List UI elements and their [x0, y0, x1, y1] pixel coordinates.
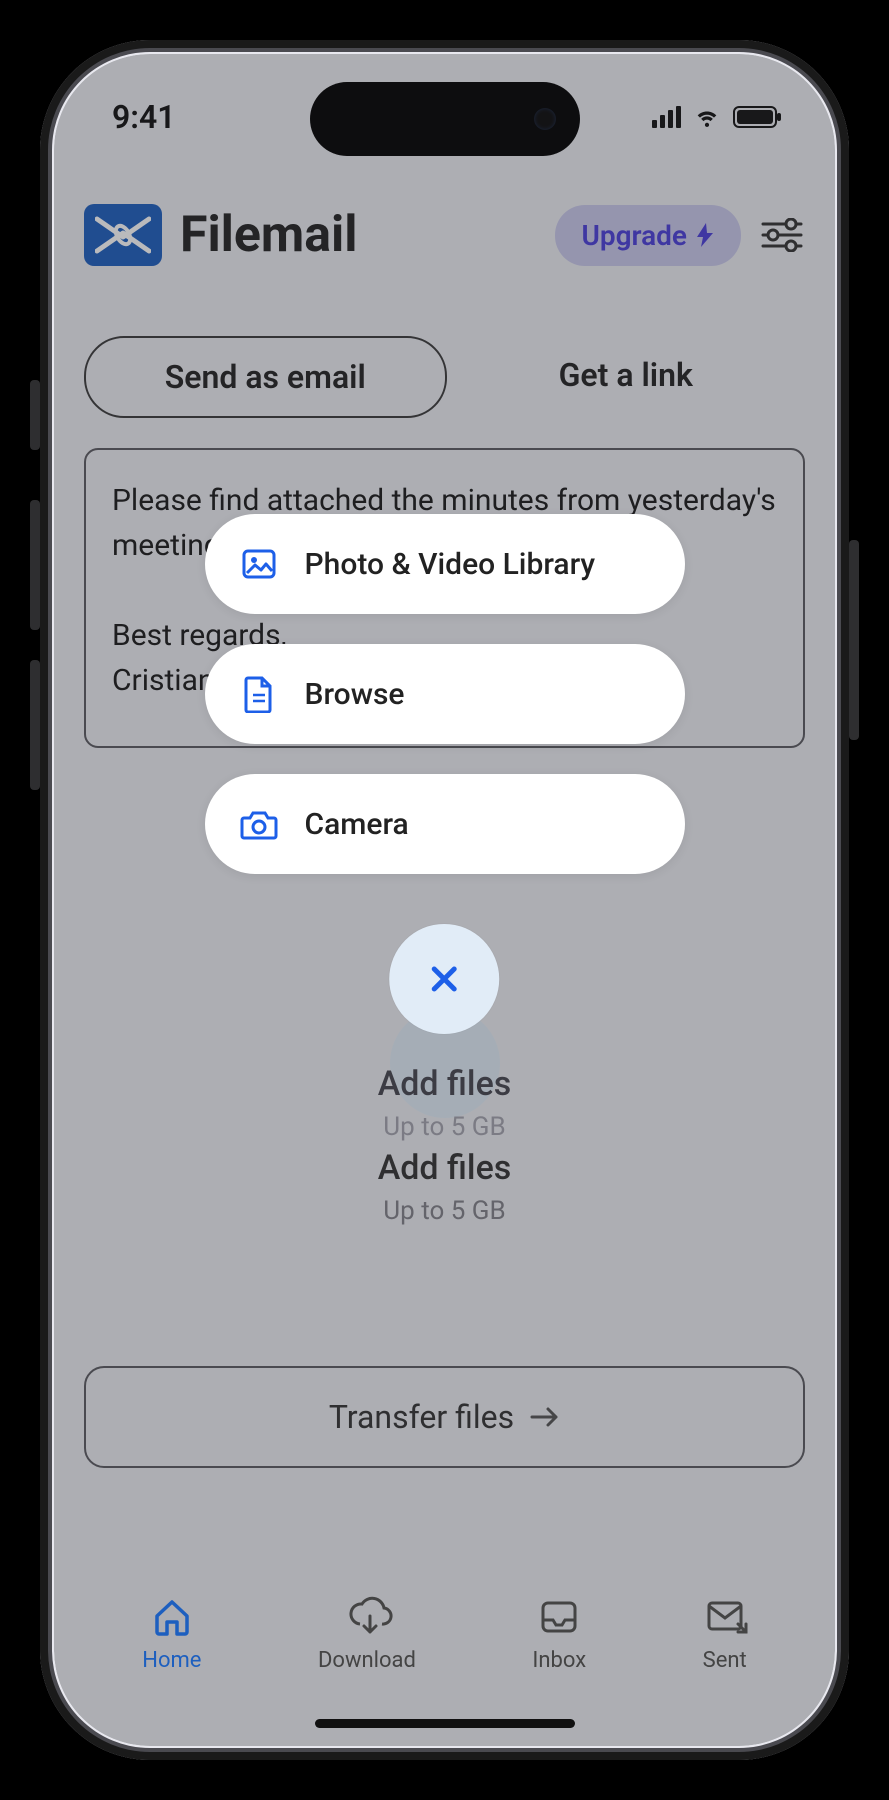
add-files-subtitle-overlay: Up to 5 GB [378, 1112, 512, 1142]
close-popover-button[interactable] [390, 924, 500, 1034]
close-icon [425, 959, 465, 999]
popover-camera-label: Camera [305, 807, 409, 842]
photo-icon [239, 544, 279, 584]
cloud-download-icon [346, 1596, 388, 1638]
tabbar-download-label: Download [318, 1648, 416, 1673]
popover-camera[interactable]: Camera [205, 774, 685, 874]
screen: 9:41 [54, 54, 835, 1746]
popover-photo-video-label: Photo & Video Library [305, 547, 596, 582]
home-icon [151, 1596, 193, 1638]
sent-icon [704, 1596, 746, 1638]
tabbar-sent[interactable]: Sent [703, 1596, 747, 1673]
tabbar-sent-label: Sent [703, 1648, 747, 1673]
popover-browse-label: Browse [305, 677, 405, 712]
device-volume-down [30, 660, 40, 790]
modal-overlay[interactable] [54, 54, 835, 1746]
device-silent-switch [30, 380, 40, 450]
popover-photo-video[interactable]: Photo & Video Library [205, 514, 685, 614]
home-indicator[interactable] [315, 1719, 575, 1728]
tabbar-inbox[interactable]: Inbox [532, 1596, 586, 1673]
device-frame: 9:41 [40, 40, 849, 1760]
file-icon [239, 674, 279, 714]
popover-browse[interactable]: Browse [205, 644, 685, 744]
tabbar-home-label: Home [142, 1648, 201, 1673]
tabbar-home[interactable]: Home [142, 1596, 201, 1673]
add-files-popover: Photo & Video Library Browse Camera [205, 514, 685, 874]
add-files-title-overlay: Add files [378, 1064, 512, 1104]
tabbar-download[interactable]: Download [318, 1596, 416, 1673]
device-volume-up [30, 500, 40, 630]
camera-icon [239, 804, 279, 844]
device-power-button [849, 540, 859, 740]
tabbar-inbox-label: Inbox [532, 1648, 586, 1673]
inbox-icon [538, 1596, 580, 1638]
